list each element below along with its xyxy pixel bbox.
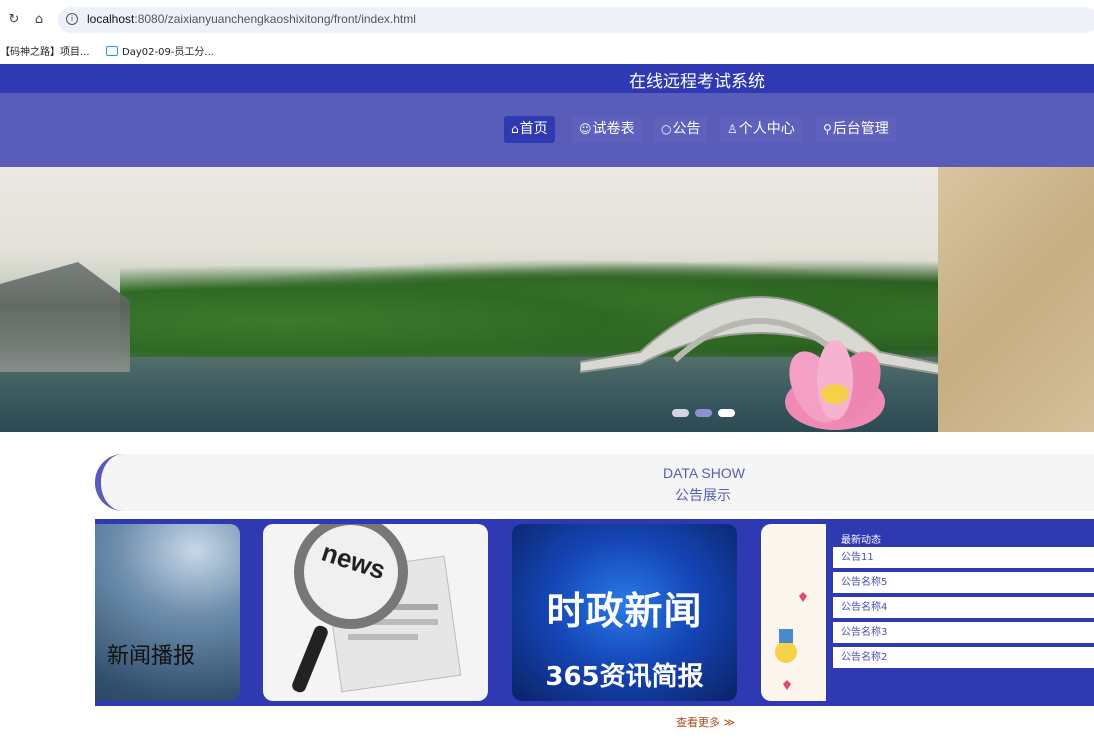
home-icon: ⌂ — [511, 122, 519, 136]
latest-news-title: 最新动态 — [841, 535, 881, 546]
card-subcaption: 365资讯简报 — [545, 662, 704, 692]
latest-news-list: 公告11 公告名称5 公告名称4 公告名称3 公告名称2 — [833, 547, 1094, 672]
site-info-icon[interactable]: i — [66, 13, 78, 25]
view-more-link[interactable]: 查看更多 ≫ — [676, 714, 735, 730]
card-caption: 新闻播报 — [107, 644, 196, 669]
notice-section-header: DATA SHOW 公告展示 — [95, 454, 1094, 511]
user-icon: ♙ — [727, 122, 738, 136]
main-nav: ⌂首页 ☺试卷表 ○公告 ♙个人中心 ⚲后台管理 — [0, 93, 1094, 167]
browser-toolbar: ↻ ⌂ i localhost:8080/zaixianyuanchengkao… — [0, 0, 1094, 40]
notice-card[interactable]: 新闻播报 — [95, 524, 240, 701]
list-item[interactable]: 公告11 — [833, 547, 1094, 568]
nav-item-home[interactable]: ⌂首页 — [504, 116, 555, 143]
link-icon: ⚲ — [823, 122, 832, 136]
section-title-en: DATA SHOW — [663, 465, 745, 481]
site-title-bar: 在线远程考试系统 — [0, 64, 1094, 93]
carousel-dot-active[interactable] — [718, 409, 735, 417]
smile-icon: ☺ — [579, 122, 592, 136]
banner-carousel[interactable] — [0, 167, 1094, 432]
reload-icon[interactable]: ↻ — [5, 11, 23, 29]
site-title: 在线远程考试系统 — [629, 72, 765, 92]
circle-icon: ○ — [661, 122, 672, 136]
bookmark-item[interactable]: 【码神之路】项目... — [0, 43, 90, 58]
list-item[interactable]: 公告名称3 — [833, 622, 1094, 643]
carousel-dot[interactable] — [695, 409, 712, 417]
list-item[interactable]: 公告名称2 — [833, 647, 1094, 668]
nav-item-exam-papers[interactable]: ☺试卷表 — [572, 116, 642, 143]
bookmarks-bar: 【码神之路】项目... Day02-09-员工分... — [0, 40, 1094, 62]
nav-item-admin[interactable]: ⚲后台管理 — [816, 116, 896, 143]
bookmark-item[interactable]: Day02-09-员工分... — [106, 43, 214, 58]
banner-lotus — [785, 340, 885, 430]
notice-card[interactable]: 时政新闻 365资讯简报 — [512, 524, 737, 701]
address-bar[interactable]: i localhost:8080/zaixianyuanchengkaoshix… — [58, 7, 1094, 33]
notice-card[interactable]: news — [263, 524, 488, 701]
news-magnifier-illustration — [292, 524, 462, 693]
card-caption: 时政新闻 — [546, 589, 703, 633]
banner-image-paper — [938, 167, 1094, 432]
url-text: localhost:8080/zaixianyuanchengkaoshixit… — [87, 12, 416, 26]
nav-item-profile[interactable]: ♙个人中心 — [720, 116, 802, 143]
latest-news-panel: 最新动态 公告11 公告名称5 公告名称4 公告名称3 公告名称2 — [826, 519, 1094, 706]
section-title-zh: 公告展示 — [675, 488, 731, 504]
home-browser-icon[interactable]: ⌂ — [30, 11, 48, 29]
carousel-dot[interactable] — [672, 409, 689, 417]
bilibili-icon — [106, 46, 118, 56]
nav-item-notices[interactable]: ○公告 — [654, 116, 708, 143]
list-item[interactable]: 公告名称5 — [833, 572, 1094, 593]
list-item[interactable]: 公告名称4 — [833, 597, 1094, 618]
